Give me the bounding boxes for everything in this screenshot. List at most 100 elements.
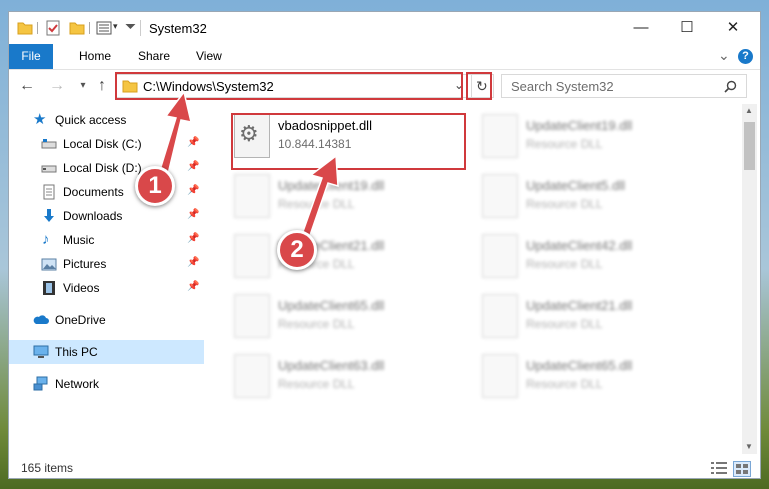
new-folder-icon[interactable] — [69, 20, 85, 36]
star-icon: ★ — [33, 111, 47, 128]
file-item[interactable]: UpdateClient65.dll Resource DLL — [228, 289, 464, 345]
sidebar-item-pictures[interactable]: Pictures 📌 — [9, 252, 204, 276]
pictures-icon — [41, 258, 57, 271]
sidebar-item-label: Network — [55, 377, 100, 391]
tab-view[interactable]: View — [184, 44, 234, 69]
large-icons-view-icon[interactable] — [733, 461, 751, 477]
scroll-down-icon[interactable]: ▼ — [745, 442, 753, 451]
sidebar-item-music[interactable]: ♪ Music 📌 — [9, 228, 204, 252]
recent-locations-button[interactable]: ▾ — [73, 76, 93, 96]
file-name: UpdateClient21.dll — [526, 298, 633, 313]
maximize-button[interactable]: ☐ — [664, 12, 710, 44]
sidebar-item-label: OneDrive — [55, 313, 106, 327]
refresh-highlight-box — [466, 72, 492, 100]
video-icon — [43, 281, 55, 295]
sidebar-item-videos[interactable]: Videos 📌 — [9, 276, 204, 300]
properties-icon[interactable] — [45, 20, 61, 36]
customize-quick-access-icon[interactable]: ⏷ — [125, 18, 136, 35]
search-icon[interactable] — [724, 80, 737, 93]
file-list: ⚙ vbadosnippet.dll 10.844.14381 UpdateCl… — [214, 104, 742, 445]
sidebar-item-quick-access[interactable]: ★ Quick access — [9, 108, 204, 132]
tab-file[interactable]: File — [9, 44, 53, 69]
details-view-icon[interactable] — [711, 462, 727, 474]
sidebar-item-downloads[interactable]: Downloads 📌 — [9, 204, 204, 228]
pin-icon[interactable]: 📌 — [187, 257, 199, 268]
file-item[interactable]: UpdateClient21.dll Resource DLL — [228, 229, 464, 285]
pin-icon[interactable]: 📌 — [187, 209, 199, 220]
view-options-icon[interactable] — [96, 20, 112, 36]
navigation-bar: ← → ▾ ↑ C:\Windows\System32 ⌄ ↻ Search S… — [9, 70, 760, 102]
vertical-scrollbar[interactable]: ▲ ▼ — [742, 104, 757, 454]
folder-icon[interactable] — [17, 20, 33, 36]
sidebar-item-local-disk-d[interactable]: Local Disk (D:) 📌 — [9, 156, 204, 180]
dll-file-icon — [482, 294, 518, 338]
ribbon: File Home Share View ⌄ ? — [9, 44, 760, 70]
file-item[interactable]: UpdateClient42.dll Resource DLL — [476, 229, 712, 285]
back-button[interactable]: ← — [17, 76, 37, 96]
file-name: UpdateClient65.dll — [278, 298, 385, 313]
scroll-up-icon[interactable]: ▲ — [745, 106, 753, 115]
explorer-window: ▾ ⏷ System32 — ☐ ✕ File Home Share View … — [8, 11, 761, 479]
customize-toolbar-dropdown[interactable]: ▾ — [113, 21, 118, 32]
navigation-pane: ★ Quick access Local Disk (C:) 📌 Local D… — [9, 108, 204, 443]
toolbar-divider — [89, 22, 90, 34]
pin-icon[interactable]: 📌 — [187, 161, 199, 172]
file-item[interactable]: UpdateClient21.dll Resource DLL — [476, 289, 712, 345]
computer-icon — [33, 345, 49, 358]
file-name: UpdateClient65.dll — [526, 358, 633, 373]
forward-button[interactable]: → — [47, 76, 67, 96]
up-button[interactable]: ↑ — [92, 76, 112, 96]
file-item[interactable]: UpdateClient19.dll Resource DLL — [476, 109, 712, 165]
file-type: Resource DLL — [526, 197, 603, 211]
file-type: Resource DLL — [526, 257, 603, 271]
sidebar-item-onedrive[interactable]: OneDrive — [9, 308, 204, 332]
pin-icon[interactable]: 📌 — [187, 281, 199, 292]
scrollbar-thumb[interactable] — [744, 122, 755, 170]
close-button[interactable]: ✕ — [710, 12, 756, 44]
status-bar: 165 items — [9, 457, 760, 478]
file-type: Resource DLL — [278, 317, 355, 331]
file-name: UpdateClient63.dll — [278, 358, 385, 373]
sidebar-item-local-disk-c[interactable]: Local Disk (C:) 📌 — [9, 132, 204, 156]
file-name: UpdateClient5.dll — [526, 178, 626, 193]
file-item[interactable]: UpdateClient65.dll Resource DLL — [476, 349, 712, 405]
file-item[interactable]: UpdateClient19.dll Resource DLL — [228, 169, 464, 225]
expand-ribbon-icon[interactable]: ⌄ — [718, 47, 730, 64]
file-item[interactable]: UpdateClient5.dll Resource DLL — [476, 169, 712, 225]
sidebar-item-label: Pictures — [63, 257, 107, 271]
file-highlight-box — [231, 113, 466, 170]
sidebar-item-network[interactable]: Network — [9, 372, 204, 396]
music-icon: ♪ — [42, 231, 50, 248]
pin-icon[interactable]: 📌 — [187, 185, 199, 196]
pin-icon[interactable]: 📌 — [187, 233, 199, 244]
sidebar-item-label: Videos — [63, 281, 100, 295]
file-name: UpdateClient19.dll — [278, 178, 385, 193]
file-name: UpdateClient42.dll — [526, 238, 633, 253]
dll-file-icon — [234, 174, 270, 218]
file-item[interactable]: UpdateClient63.dll Resource DLL — [228, 349, 464, 405]
help-icon[interactable]: ? — [738, 49, 753, 64]
sidebar-item-label: Downloads — [63, 209, 123, 223]
pin-icon[interactable]: 📌 — [187, 137, 199, 148]
sidebar-item-label: Documents — [63, 185, 124, 199]
tab-home[interactable]: Home — [67, 44, 123, 69]
address-highlight-box — [115, 72, 463, 100]
cloud-icon — [33, 315, 49, 324]
search-box[interactable]: Search System32 — [501, 74, 747, 98]
network-icon — [33, 376, 48, 391]
sidebar-item-label: Local Disk (C:) — [63, 137, 142, 151]
download-icon — [44, 209, 54, 222]
dll-file-icon — [482, 174, 518, 218]
drive-icon — [41, 165, 57, 173]
step-2-badge: 2 — [277, 230, 317, 270]
documents-icon — [43, 184, 55, 200]
dll-file-icon — [234, 354, 270, 398]
search-placeholder[interactable]: Search System32 — [511, 79, 614, 94]
file-type: Resource DLL — [526, 317, 603, 331]
sidebar-item-this-pc[interactable]: This PC — [9, 340, 204, 364]
dll-file-icon — [234, 234, 270, 278]
file-type: Resource DLL — [526, 137, 603, 151]
tab-share[interactable]: Share — [126, 44, 182, 69]
sidebar-item-label: This PC — [55, 345, 98, 359]
minimize-button[interactable]: — — [618, 12, 664, 44]
